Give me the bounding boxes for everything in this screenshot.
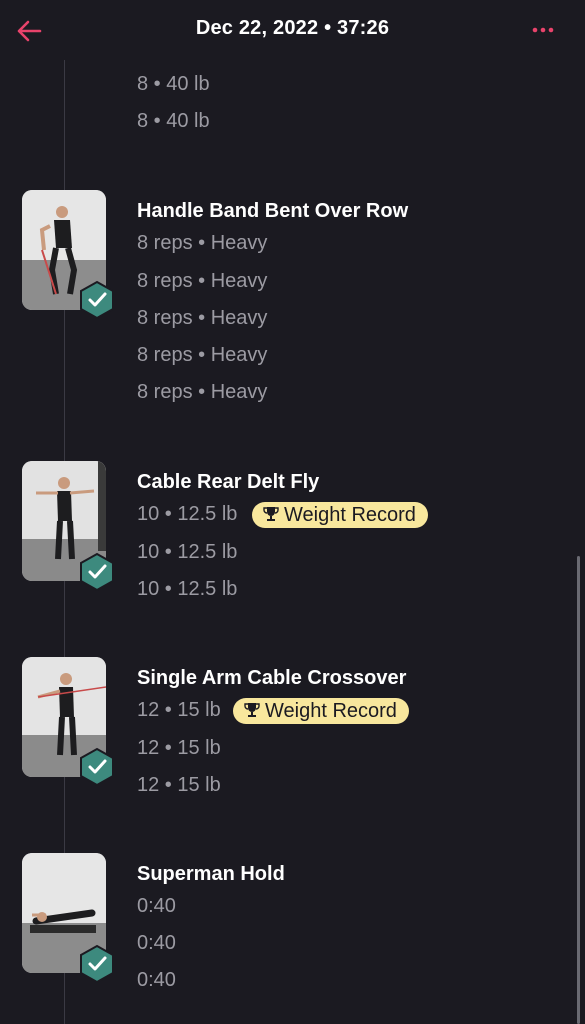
set-row: 10 • 12.5 lb <box>137 503 238 525</box>
set-row: 8 reps • Heavy <box>137 270 268 292</box>
exercise-name: Cable Rear Delt Fly <box>137 471 320 493</box>
set-row: 8 reps • Heavy <box>137 344 268 366</box>
set-row: 0:40 <box>137 969 176 991</box>
set-row: 12 • 15 lb <box>137 699 221 721</box>
trophy-icon <box>244 703 260 717</box>
completed-check-icon <box>80 280 114 320</box>
set-row: 12 • 15 lb <box>137 737 221 759</box>
completed-check-icon <box>80 552 114 592</box>
set-row: 10 • 12.5 lb <box>137 541 238 563</box>
top-bar: Dec 22, 2022 • 37:26 <box>0 0 585 62</box>
set-row: 0:40 <box>137 895 176 917</box>
scrollbar[interactable] <box>577 556 580 1024</box>
set-row: 10 • 12.5 lb <box>137 578 238 600</box>
badge-label: Weight Record <box>284 504 416 526</box>
more-dots-icon <box>532 27 554 33</box>
set-row: 8 reps • Heavy <box>137 232 268 254</box>
set-row: 8 reps • Heavy <box>137 307 268 329</box>
set-row: 8 • 40 lb <box>137 110 210 132</box>
exercise-name: Superman Hold <box>137 863 285 885</box>
set-row: 8 reps • Heavy <box>137 381 268 403</box>
exercise-name: Handle Band Bent Over Row <box>137 200 409 222</box>
weight-record-badge: Weight Record <box>233 698 409 724</box>
more-options-button[interactable] <box>528 22 558 38</box>
set-row: 0:40 <box>137 932 176 954</box>
set-row: 8 • 40 lb <box>137 73 210 95</box>
page-title: Dec 22, 2022 • 37:26 <box>195 17 390 39</box>
trophy-icon <box>263 507 279 521</box>
completed-check-icon <box>80 747 114 787</box>
exercise-name: Single Arm Cable Crossover <box>137 667 407 689</box>
set-row: 12 • 15 lb <box>137 774 221 796</box>
badge-label: Weight Record <box>265 700 397 722</box>
completed-check-icon <box>80 944 114 984</box>
weight-record-badge: Weight Record <box>252 502 428 528</box>
